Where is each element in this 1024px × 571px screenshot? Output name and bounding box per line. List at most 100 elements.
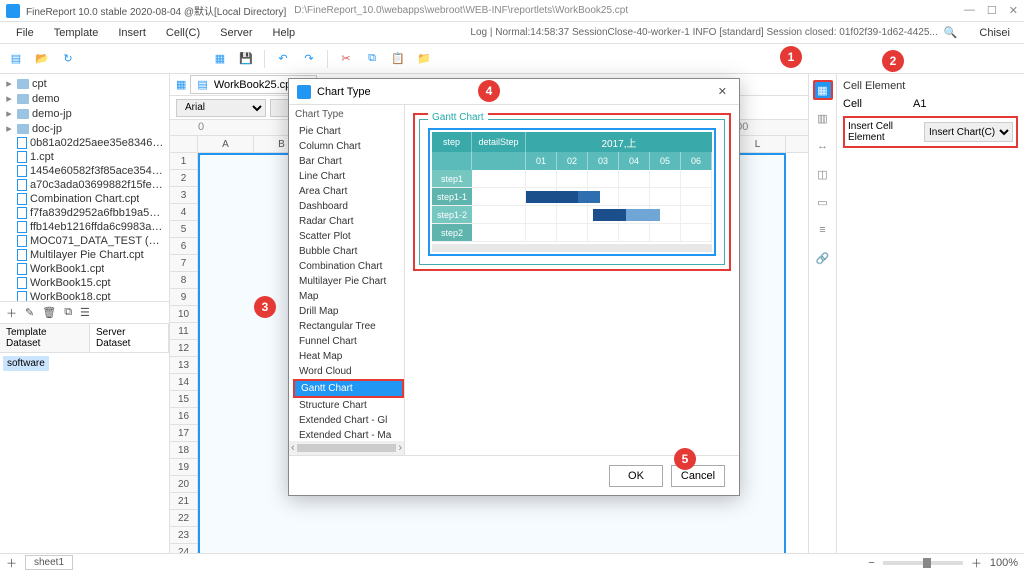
sheet-tab[interactable]: sheet1 bbox=[25, 555, 73, 570]
chart-type-item[interactable]: Column Chart bbox=[293, 139, 404, 154]
row-header[interactable]: 19 bbox=[170, 459, 197, 476]
chart-type-item[interactable]: Combination Chart bbox=[293, 259, 404, 274]
row-header[interactable]: 9 bbox=[170, 289, 197, 306]
row-header[interactable]: 3 bbox=[170, 187, 197, 204]
file-tree[interactable]: ▸cpt▸demo▸demo-jp▸doc-jp 0b81a02d25aee35… bbox=[0, 74, 169, 301]
preview-icon[interactable]: ▦ bbox=[210, 49, 230, 69]
row-header[interactable]: 10 bbox=[170, 306, 197, 323]
row-header[interactable]: 15 bbox=[170, 391, 197, 408]
row-header[interactable]: 11 bbox=[170, 323, 197, 340]
user-name[interactable]: Chisei bbox=[971, 27, 1018, 39]
copy-dataset-icon[interactable]: ⧉ bbox=[64, 306, 72, 319]
zoom-in-icon[interactable]: ＋ bbox=[971, 555, 982, 571]
tree-file[interactable]: WorkBook15.cpt bbox=[0, 276, 169, 290]
row-header[interactable]: 16 bbox=[170, 408, 197, 425]
cell-attr-icon[interactable]: ▥ bbox=[813, 108, 833, 128]
row-header[interactable]: 8 bbox=[170, 272, 197, 289]
ok-button[interactable]: OK bbox=[609, 465, 663, 487]
dialog-close-icon[interactable]: ✕ bbox=[714, 85, 731, 98]
expand-icon[interactable]: ↔ bbox=[813, 136, 833, 156]
tree-file[interactable]: ffb14eb1216ffda6c9983a28c38ede1 bbox=[0, 220, 169, 234]
menu-cell[interactable]: Cell(C) bbox=[156, 27, 210, 39]
chart-preview[interactable]: stepdetailStep2017,上010203040506step1ste… bbox=[428, 128, 716, 256]
row-header[interactable]: 7 bbox=[170, 255, 197, 272]
add-dataset-icon[interactable]: ＋ bbox=[6, 305, 17, 321]
chart-list-scrollbar[interactable]: ‹› bbox=[289, 441, 404, 455]
chart-type-item[interactable]: Word Cloud bbox=[293, 364, 404, 379]
chart-type-item[interactable]: Gantt Chart bbox=[293, 379, 404, 398]
tree-file[interactable]: Multilayer Pie Chart.cpt bbox=[0, 248, 169, 262]
row-header[interactable]: 4 bbox=[170, 204, 197, 221]
tree-folder[interactable]: ▸cpt bbox=[0, 76, 169, 91]
row-header[interactable]: 21 bbox=[170, 493, 197, 510]
tree-file[interactable]: WorkBook1.cpt bbox=[0, 262, 169, 276]
tree-file[interactable]: a70c3ada03699882f15fe057ae5c9f3 bbox=[0, 178, 169, 192]
chart-type-item[interactable]: Multilayer Pie Chart bbox=[293, 274, 404, 289]
tab-grid-icon[interactable]: ▦ bbox=[176, 78, 186, 91]
row-header[interactable]: 13 bbox=[170, 357, 197, 374]
add-sheet-icon[interactable]: ＋ bbox=[6, 555, 17, 571]
row-header[interactable]: 12 bbox=[170, 340, 197, 357]
new-icon[interactable]: ▤ bbox=[6, 49, 26, 69]
insert-cell-element-select[interactable]: Insert Chart(C) bbox=[924, 122, 1013, 142]
tab-server-dataset[interactable]: Server Dataset bbox=[90, 324, 169, 352]
save-icon[interactable]: 💾 bbox=[236, 49, 256, 69]
row-header[interactable]: 20 bbox=[170, 476, 197, 493]
chart-type-item[interactable]: Map bbox=[293, 289, 404, 304]
menu-insert[interactable]: Insert bbox=[108, 27, 156, 39]
row-header[interactable]: 17 bbox=[170, 425, 197, 442]
row-header[interactable]: 24 bbox=[170, 544, 197, 553]
chart-type-item[interactable]: Bar Chart bbox=[293, 154, 404, 169]
chart-type-item[interactable]: Rectangular Tree bbox=[293, 319, 404, 334]
cut-icon[interactable]: ✂ bbox=[336, 49, 356, 69]
chart-type-item[interactable]: Scatter Plot bbox=[293, 229, 404, 244]
dataset-item[interactable]: software bbox=[3, 356, 49, 371]
edit-dataset-icon[interactable]: ✎ bbox=[25, 306, 34, 319]
chart-type-item[interactable]: Pie Chart bbox=[293, 124, 404, 139]
cell-element-panel-button[interactable]: ▦ bbox=[813, 80, 833, 100]
chart-type-item[interactable]: Heat Map bbox=[293, 349, 404, 364]
delete-dataset-icon[interactable]: 🗑 bbox=[42, 306, 56, 319]
chart-type-item[interactable]: Extended Chart - Gl bbox=[293, 413, 404, 428]
tree-file[interactable]: Combination Chart.cpt bbox=[0, 192, 169, 206]
chart-type-item[interactable]: Funnel Chart bbox=[293, 334, 404, 349]
redo-icon[interactable]: ↷ bbox=[299, 49, 319, 69]
chart-type-item[interactable]: Line Chart bbox=[293, 169, 404, 184]
tree-folder[interactable]: ▸doc-jp bbox=[0, 121, 169, 136]
hyperlink-icon[interactable]: 🔗 bbox=[813, 248, 833, 268]
row-header[interactable]: 1 bbox=[170, 153, 197, 170]
tree-folder[interactable]: ▸demo bbox=[0, 91, 169, 106]
tree-file[interactable]: f7fa839d2952a6fbb19a58c49364183 bbox=[0, 206, 169, 220]
present-icon[interactable]: ≡ bbox=[813, 220, 833, 240]
row-header[interactable]: 6 bbox=[170, 238, 197, 255]
tree-file[interactable]: 1454e60582f3f85ace3541034c14de1 bbox=[0, 164, 169, 178]
menu-help[interactable]: Help bbox=[263, 27, 306, 39]
row-header[interactable]: 14 bbox=[170, 374, 197, 391]
undo-icon[interactable]: ↶ bbox=[273, 49, 293, 69]
maximize-button[interactable]: ☐ bbox=[987, 4, 997, 17]
settings-icon[interactable]: ☰ bbox=[80, 306, 90, 319]
chart-type-item[interactable]: Radar Chart bbox=[293, 214, 404, 229]
search-icon[interactable]: 🔍 bbox=[944, 26, 958, 39]
chart-type-item[interactable]: Structure Chart bbox=[293, 398, 404, 413]
tree-file[interactable]: MOC071_DATA_TEST (1).cpt bbox=[0, 234, 169, 248]
chart-type-item[interactable]: Dashboard bbox=[293, 199, 404, 214]
menu-file[interactable]: File bbox=[6, 27, 44, 39]
minimize-button[interactable]: — bbox=[964, 4, 975, 17]
chart-type-item[interactable]: Bubble Chart bbox=[293, 244, 404, 259]
chart-type-item[interactable]: Area Chart bbox=[293, 184, 404, 199]
copy-icon[interactable]: ⧉ bbox=[362, 49, 382, 69]
paste-icon[interactable]: 📋 bbox=[388, 49, 408, 69]
menu-template[interactable]: Template bbox=[44, 27, 109, 39]
column-header[interactable]: A bbox=[198, 136, 254, 152]
row-header[interactable]: 18 bbox=[170, 442, 197, 459]
row-header[interactable]: 5 bbox=[170, 221, 197, 238]
refresh-icon[interactable]: ↻ bbox=[58, 49, 78, 69]
preview-scrollbar[interactable] bbox=[432, 244, 712, 252]
row-header[interactable]: 22 bbox=[170, 510, 197, 527]
widget-icon[interactable]: ▭ bbox=[813, 192, 833, 212]
chart-type-item[interactable]: Drill Map bbox=[293, 304, 404, 319]
close-button[interactable]: ✕ bbox=[1009, 4, 1018, 17]
row-header[interactable]: 23 bbox=[170, 527, 197, 544]
tab-template-dataset[interactable]: Template Dataset bbox=[0, 324, 90, 352]
